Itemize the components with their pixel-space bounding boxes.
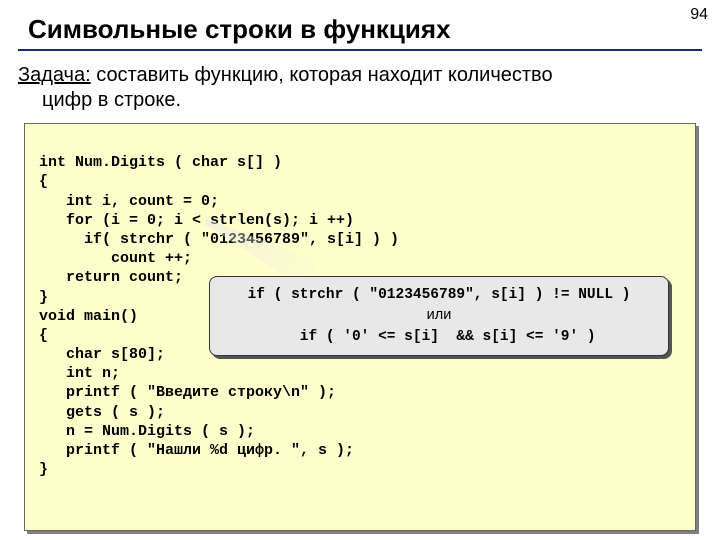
code-line: void main() — [39, 308, 138, 325]
code-line: int Num.Digits ( char s[] ) — [39, 154, 282, 171]
callout-line1: if ( strchr ( "0123456789", s[i] ) != NU… — [248, 287, 631, 303]
task-line2: цифр в строке. — [18, 88, 702, 113]
code-line: printf ( "Введите строку\n" ); — [39, 384, 336, 401]
task-line1: составить функцию, которая находит колич… — [91, 64, 553, 86]
code-line: printf ( "Нашли %d цифр. ", s ); — [39, 442, 354, 459]
callout-box: if ( strchr ( "0123456789", s[i] ) != NU… — [209, 276, 669, 356]
title-underline — [18, 49, 702, 51]
task-text: Задача: составить функцию, которая наход… — [0, 59, 720, 123]
code-line: } — [39, 461, 48, 478]
code-block: int Num.Digits ( char s[] ) { int i, cou… — [24, 123, 696, 531]
code-line: gets ( s ); — [39, 404, 165, 421]
code-line: { — [39, 327, 48, 344]
slide-title: Символьные строки в функциях — [0, 0, 720, 49]
code-line: { — [39, 173, 48, 190]
code-line: return count; — [39, 269, 183, 286]
code-line: count ++; — [39, 250, 192, 267]
callout-or: или — [427, 307, 452, 323]
task-label: Задача: — [18, 64, 91, 86]
page-number: 94 — [690, 6, 708, 24]
code-line: } — [39, 289, 48, 306]
code-line: if( strchr ( "0123456789", s[i] ) ) — [39, 231, 399, 248]
code-line: n = Num.Digits ( s ); — [39, 423, 255, 440]
code-line: int n; — [39, 365, 120, 382]
code-line: char s[80]; — [39, 346, 165, 363]
code-line: int i, count = 0; — [39, 193, 219, 210]
code-line: for (i = 0; i < strlen(s); i ++) — [39, 212, 354, 229]
callout-line2: if ( '0' <= s[i] && s[i] <= '9' ) — [282, 329, 595, 345]
